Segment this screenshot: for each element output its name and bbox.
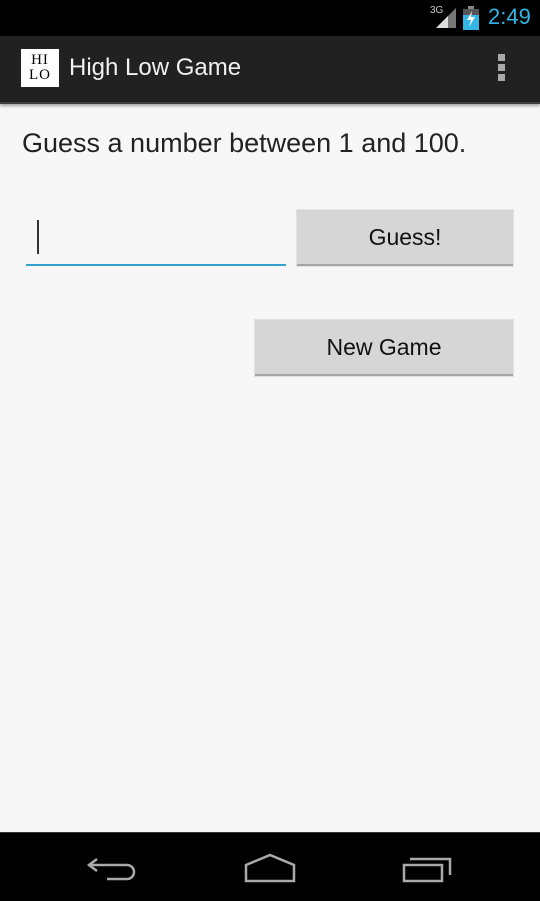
- home-icon[interactable]: [240, 847, 300, 887]
- back-icon[interactable]: [83, 847, 143, 887]
- action-bar: HI LO High Low Game: [0, 36, 540, 104]
- recents-icon[interactable]: [398, 847, 458, 887]
- overflow-dot: [497, 54, 505, 61]
- app-logo-icon[interactable]: HI LO: [21, 49, 59, 87]
- app-title: High Low Game: [69, 54, 242, 81]
- overflow-dot: [497, 74, 505, 81]
- app-logo-line1: HI: [31, 52, 49, 68]
- guess-button[interactable]: Guess!: [297, 210, 513, 266]
- text-cursor: [37, 220, 39, 254]
- overflow-dot: [497, 64, 505, 71]
- guess-input[interactable]: [26, 214, 286, 266]
- battery-charging-icon: [463, 6, 479, 30]
- signal-icon: [436, 8, 456, 28]
- app-logo-line2: LO: [29, 67, 51, 83]
- navigation-bar: [0, 832, 540, 901]
- new-game-button[interactable]: New Game: [255, 320, 513, 376]
- clock: 2:49: [488, 4, 531, 29]
- overflow-menu-icon[interactable]: [494, 54, 508, 84]
- status-bar: 3G 2:49: [0, 0, 540, 36]
- instruction-text: Guess a number between 1 and 100.: [22, 128, 467, 158]
